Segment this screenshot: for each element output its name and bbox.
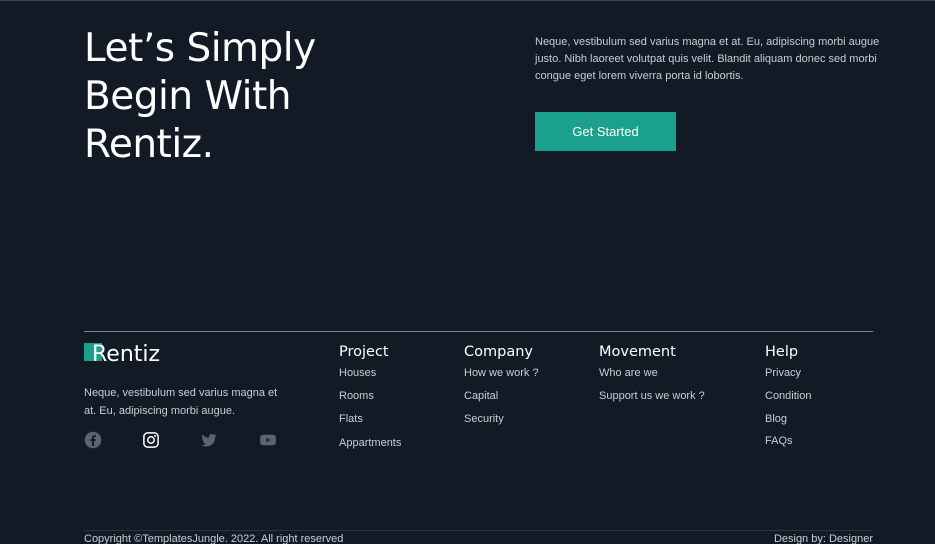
twitter-icon[interactable] <box>200 431 218 449</box>
brand-name: Rentiz <box>92 342 161 367</box>
column-title: Project <box>339 344 389 360</box>
footer-link-houses[interactable]: Houses <box>339 366 401 380</box>
instagram-icon[interactable] <box>142 431 160 449</box>
footer-link-capital[interactable]: Capital <box>464 389 539 403</box>
cta-heading-line: Let’s Simply <box>84 26 316 71</box>
footer-column-company: Company How we work ? Capital Security <box>464 343 539 434</box>
footer-link-who-are-we[interactable]: Who are we <box>599 366 705 380</box>
column-title: Company <box>464 344 533 360</box>
footer-column-project: Project Houses Rooms Flats Appartments <box>339 343 401 458</box>
footer-link-flats[interactable]: Flats <box>339 412 401 426</box>
footer-link-condition[interactable]: Condition <box>765 389 811 403</box>
social-links <box>84 431 284 449</box>
footer-link-faqs[interactable]: FAQs <box>765 434 811 448</box>
column-title: Movement <box>599 344 676 360</box>
cta-heading-line: Rentiz. <box>84 122 214 167</box>
top-divider <box>0 0 935 1</box>
footer-link-how-we-work[interactable]: How we work ? <box>464 366 539 380</box>
footer-link-security[interactable]: Security <box>464 412 539 426</box>
footer-link-privacy[interactable]: Privacy <box>765 366 811 380</box>
bottom-divider <box>84 530 873 531</box>
footer-about-text: Neque, vestibulum sed varius magna et at… <box>84 387 278 417</box>
footer-link-appartments[interactable]: Appartments <box>339 436 401 450</box>
footer-link-support-us[interactable]: Support us we work ? <box>599 389 705 403</box>
footer-column-help: Help Privacy Condition Blog FAQs <box>765 343 811 457</box>
footer-link-rooms[interactable]: Rooms <box>339 389 401 403</box>
facebook-icon[interactable] <box>84 431 102 449</box>
brand-logo[interactable]: Rentiz <box>84 342 174 368</box>
cta-heading: Let’s Simply Begin With Rentiz. <box>84 25 316 169</box>
designer-credit: Design by: Designer <box>773 533 873 544</box>
footer-divider <box>84 331 873 332</box>
cta-description: Neque, vestibulum sed varius magna et at… <box>535 36 880 82</box>
youtube-icon[interactable] <box>259 431 277 449</box>
footer-column-movement: Movement Who are we Support us we work ? <box>599 343 705 412</box>
copyright-text: Copyright ©TemplatesJungle. 2022. All ri… <box>84 533 344 544</box>
column-title: Help <box>765 344 799 360</box>
footer-link-blog[interactable]: Blog <box>765 412 811 426</box>
cta-heading-line: Begin With <box>84 74 292 119</box>
get-started-button[interactable]: Get Started <box>535 112 676 151</box>
